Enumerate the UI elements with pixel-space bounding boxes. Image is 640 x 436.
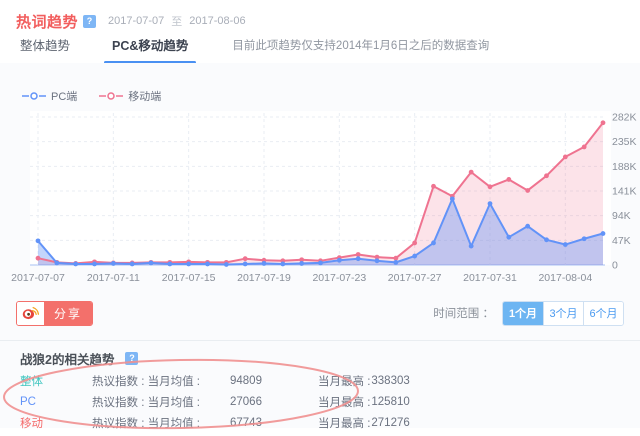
monthly-high-label: 当月最高 :	[318, 394, 370, 410]
legend-item-pc[interactable]: PC端	[22, 88, 77, 104]
svg-text:94K: 94K	[612, 210, 631, 222]
page-title: 热词趋势	[16, 11, 78, 32]
svg-text:47K: 47K	[612, 235, 631, 247]
svg-text:2017-07-15: 2017-07-15	[162, 272, 216, 284]
date-range: 2017-07-07 至 2017-08-06	[108, 13, 246, 29]
svg-text:2017-07-23: 2017-07-23	[312, 272, 366, 284]
chart-legend: PC端 移动端	[0, 63, 640, 103]
table-row-mobile: 移动 热议指数 : 当月均值 : 67743 当月最高 : 271276	[20, 412, 640, 433]
page: 热词趋势 ? 2017-07-07 至 2017-08-06 整体趋势 PC&移…	[0, 0, 640, 436]
weibo-eye-icon	[17, 302, 44, 325]
monthly-high-value: 271276	[371, 417, 409, 429]
table-row-pc: PC 热议指数 : 当月均值 : 27066 当月最高 : 125810	[20, 391, 640, 412]
svg-text:2017-07-11: 2017-07-11	[87, 272, 140, 284]
row-label-mobile[interactable]: 移动	[20, 415, 92, 431]
svg-text:2017-07-31: 2017-07-31	[463, 272, 517, 284]
svg-text:0: 0	[612, 260, 618, 272]
legend-marker-mobile-icon	[99, 92, 123, 100]
monthly-average-value: 67743	[230, 417, 286, 429]
svg-text:2017-07-27: 2017-07-27	[388, 272, 442, 284]
monthly-average-value: 27066	[230, 396, 286, 408]
related-help-icon[interactable]: ?	[125, 352, 138, 365]
range-button-3month[interactable]: 3个月	[543, 302, 583, 325]
svg-text:235K: 235K	[612, 136, 637, 148]
date-start[interactable]: 2017-07-07	[108, 15, 164, 27]
weibo-share-button[interactable]: 分享	[16, 301, 93, 326]
monthly-average-value: 94809	[230, 375, 286, 387]
chart-section: PC端 移动端 0 47K 94K 141K 188K 235K 282K 2017-07-0…	[0, 63, 640, 428]
svg-text:2017-07-19: 2017-07-19	[237, 272, 291, 284]
monthly-high-value: 125810	[371, 396, 409, 408]
legend-label-pc: PC端	[51, 88, 77, 104]
date-separator: 至	[171, 13, 182, 29]
legend-item-mobile[interactable]: 移动端	[99, 88, 161, 104]
trend-chart-svg: 0 47K 94K 141K 188K 235K 282K 2017-07-07 2017-07…	[0, 105, 640, 295]
legend-label-mobile: 移动端	[128, 88, 161, 104]
tab-bar: 整体趋势 PC&移动趋势 目前此项趋势仅支持2014年1月6日之后的数据查询	[0, 34, 640, 64]
time-range-buttons: 1个月 3个月 6个月	[502, 301, 624, 326]
tab-note: 目前此项趋势仅支持2014年1月6日之后的数据查询	[232, 37, 489, 63]
header: 热词趋势 ? 2017-07-07 至 2017-08-06	[0, 0, 640, 32]
svg-text:2017-08-04: 2017-08-04	[538, 272, 592, 284]
share-button-label: 分享	[44, 302, 92, 325]
monthly-high-label: 当月最高 :	[318, 373, 370, 389]
date-end[interactable]: 2017-08-06	[189, 15, 245, 27]
chart-toolbar: 分享 时间范围 ： 1个月 3个月 6个月	[0, 296, 640, 330]
help-icon[interactable]: ?	[83, 15, 96, 28]
tab-pc-mobile-trend[interactable]: PC&移动趋势	[108, 35, 192, 63]
time-range-group: 时间范围 ： 1个月 3个月 6个月	[433, 301, 624, 326]
table-row-overall: 整体 热议指数 : 当月均值 : 94809 当月最高 : 338303	[20, 370, 640, 391]
related-trends-title: 战狼2的相关趋势	[20, 349, 114, 368]
related-trends-header: 战狼2的相关趋势 ?	[20, 349, 640, 367]
trend-chart[interactable]: 0 47K 94K 141K 188K 235K 282K 2017-07-07 2017-07…	[0, 105, 640, 295]
row-label-overall[interactable]: 整体	[20, 373, 92, 389]
metric-label: 热议指数 : 当月均值 :	[92, 394, 230, 410]
tab-overall-trend[interactable]: 整体趋势	[16, 35, 74, 63]
svg-text:2017-07-07: 2017-07-07	[11, 272, 65, 284]
related-trends-section: 战狼2的相关趋势 ? 整体 热议指数 : 当月均值 : 94809 当月最高 :…	[0, 340, 640, 428]
row-label-pc[interactable]: PC	[20, 396, 92, 408]
monthly-high-value: 338303	[371, 375, 409, 387]
monthly-high-label: 当月最高 :	[318, 415, 370, 431]
svg-text:141K: 141K	[612, 186, 637, 198]
metric-label: 热议指数 : 当月均值 :	[92, 373, 230, 389]
related-trends-table: 整体 热议指数 : 当月均值 : 94809 当月最高 : 338303 PC …	[20, 370, 640, 433]
svg-text:188K: 188K	[612, 161, 637, 173]
svg-text:282K: 282K	[612, 112, 637, 124]
metric-label: 热议指数 : 当月均值 :	[92, 415, 230, 431]
time-range-label: 时间范围 ：	[433, 305, 494, 321]
range-button-6month[interactable]: 6个月	[583, 302, 623, 325]
legend-marker-pc-icon	[22, 92, 46, 100]
range-button-1month[interactable]: 1个月	[503, 302, 543, 325]
